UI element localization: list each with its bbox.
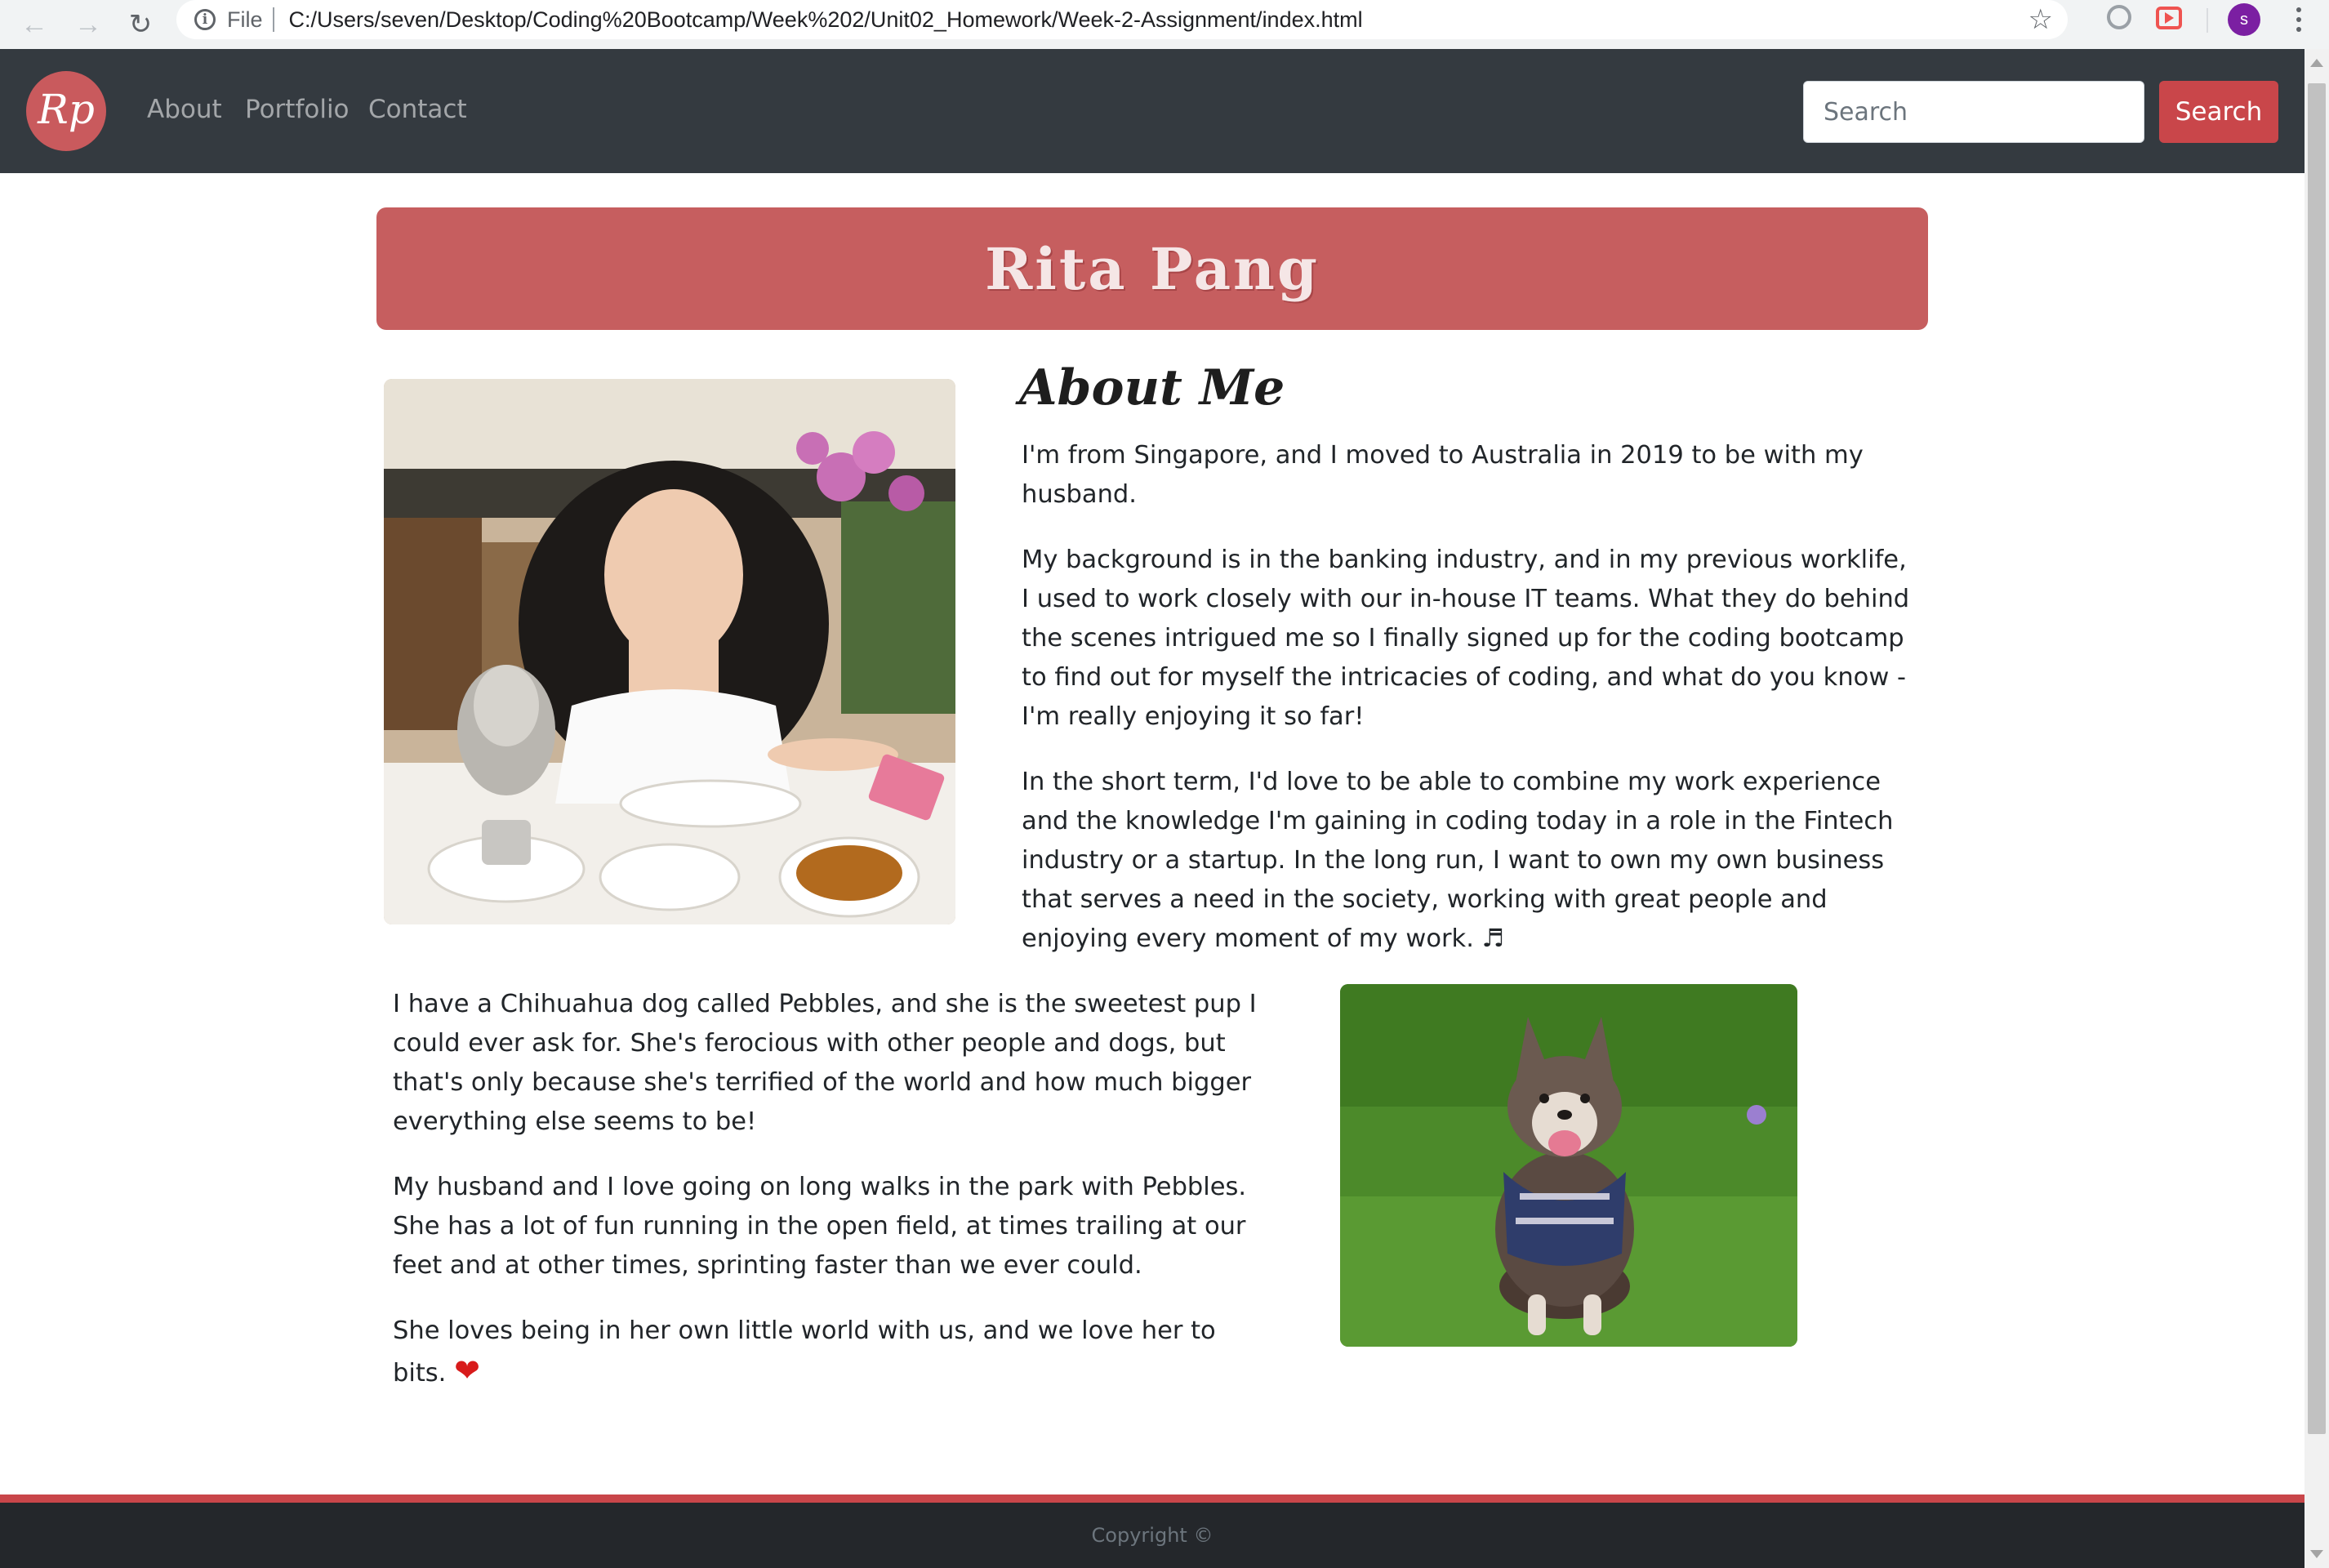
pebbles-paragraph-2: My husband and I love going on long walk… [393, 1173, 1247, 1280]
file-label: File [227, 7, 263, 32]
search-input[interactable] [1803, 81, 2144, 143]
url-text[interactable]: C:/Users/seven/Desktop/Coding%20Bootcamp… [289, 7, 1363, 33]
toolbar-divider [2207, 8, 2208, 33]
profile-photo [384, 379, 955, 924]
search-button[interactable]: Search [2159, 81, 2278, 143]
about-paragraph-3: In the short term, I'd love to be able t… [1022, 768, 1894, 953]
heart-icon: ❤ [454, 1352, 480, 1388]
site-navbar: Rp About Portfolio Contact Search [0, 49, 2305, 173]
page-scrollbar[interactable] [2305, 49, 2329, 1568]
bookmark-star-icon[interactable]: ☆ [2028, 3, 2053, 36]
site-logo[interactable]: Rp [26, 71, 106, 151]
browser-menu-icon[interactable] [2287, 2, 2311, 38]
svg-text:Rp: Rp [37, 86, 95, 133]
nav-link-about[interactable]: About [147, 95, 222, 124]
nav-link-contact[interactable]: Contact [368, 95, 467, 124]
page-title: Rita Pang [985, 234, 1320, 303]
scroll-thumb[interactable] [2308, 83, 2326, 1434]
about-paragraph-1: I'm from Singapore, and I moved to Austr… [1022, 441, 1864, 509]
scroll-up-arrow-icon[interactable] [2310, 59, 2323, 67]
forward-arrow-icon[interactable]: → [69, 5, 108, 44]
profile-avatar[interactable]: s [2228, 3, 2260, 36]
info-icon[interactable]: i [194, 9, 216, 30]
reload-icon[interactable]: ↻ [121, 5, 160, 44]
back-arrow-icon[interactable]: ← [15, 5, 54, 44]
browser-toolbar: ← → ↻ i File C:/Users/seven/Desktop/Codi… [0, 0, 2329, 50]
address-bar[interactable]: i File C:/Users/seven/Desktop/Coding%20B… [176, 0, 2068, 39]
about-heading: About Me [1019, 359, 1285, 416]
scroll-down-arrow-icon[interactable] [2310, 1550, 2323, 1558]
rp-monogram-icon: Rp [37, 86, 95, 133]
copyright-text: Copyright © [1091, 1524, 1213, 1547]
about-paragraph-2: My background is in the banking industry… [1022, 546, 1910, 731]
pebbles-paragraph-1: I have a Chihuahua dog called Pebbles, a… [393, 990, 1257, 1136]
name-banner: Rita Pang [376, 207, 1928, 330]
dog-photo [1340, 984, 1797, 1347]
pebbles-paragraph-3: She loves being in her own little world … [393, 1312, 1267, 1393]
extension-circle-icon[interactable] [2107, 5, 2131, 29]
address-bar-divider [272, 7, 274, 32]
pebbles-paragraph-3-text: She loves being in her own little world … [393, 1316, 1216, 1388]
extension-video-icon[interactable] [2156, 7, 2182, 29]
footer-accent-stripe [0, 1494, 2305, 1503]
site-footer: Copyright © [0, 1503, 2305, 1568]
nav-link-portfolio[interactable]: Portfolio [245, 95, 350, 124]
